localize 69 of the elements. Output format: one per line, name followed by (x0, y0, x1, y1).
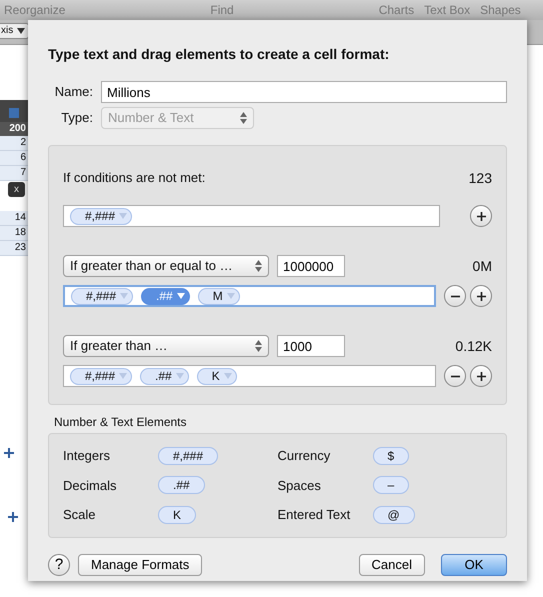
format-token[interactable]: – (372, 476, 410, 494)
action-button[interactable]: Cancel (358, 554, 425, 576)
table-cell: 6 (0, 151, 28, 166)
column-header: 200 (0, 122, 28, 136)
format-token[interactable]: #,### (71, 288, 134, 304)
condition-select[interactable]: If greater than … (63, 335, 269, 357)
caret-icon (119, 213, 128, 219)
value-field[interactable]: 1000 (277, 335, 345, 357)
table-cell: 14 (0, 211, 28, 226)
format-token[interactable]: .## (140, 368, 189, 384)
table-cell: 23 (0, 241, 28, 256)
tooltip: x (8, 182, 25, 197)
format-token[interactable]: K (196, 368, 237, 384)
format-field[interactable]: #,### (63, 205, 440, 227)
caret-icon (226, 293, 235, 299)
format-token[interactable]: #,### (70, 368, 132, 384)
caret-icon (120, 293, 128, 299)
format-token[interactable]: $ (372, 446, 410, 465)
add-button[interactable] (470, 205, 492, 227)
caret-icon (176, 293, 185, 299)
table-cell: 2 (0, 136, 28, 151)
name-field[interactable]: Millions (101, 81, 507, 103)
preview-text: 123 (468, 169, 492, 188)
add-icon[interactable] (4, 448, 14, 458)
format-token[interactable]: .## (158, 476, 205, 494)
element-label: Scale (63, 506, 97, 524)
caret-icon (224, 373, 232, 379)
format-token[interactable]: #,### (158, 446, 218, 465)
plus-icon (476, 212, 486, 220)
condition-label: If conditions are not met: (63, 169, 206, 187)
element-label: Decimals (63, 476, 118, 494)
add-button[interactable] (470, 285, 492, 307)
series-swatch-icon (9, 108, 19, 118)
element-label: Entered Text (278, 506, 352, 524)
element-label: Currency (278, 447, 332, 465)
action-button[interactable]: Manage Formats (78, 554, 202, 576)
condition-select[interactable]: If greater than or equal to … (63, 255, 269, 277)
remove-button[interactable] (444, 285, 466, 307)
plus-icon (476, 292, 486, 300)
format-token[interactable]: M (198, 288, 240, 304)
stepper-icon (255, 260, 262, 272)
ok-button[interactable]: OK (441, 554, 507, 576)
caret-icon (119, 373, 128, 379)
preview-text: 0.12K (455, 336, 492, 356)
value-field[interactable]: 1000000 (277, 255, 345, 277)
type-label: Type: (60, 109, 93, 128)
help-button[interactable]: ? (48, 554, 70, 576)
caret-icon (17, 28, 26, 34)
dialog-title: Type text and drag elements to create a cell format: (48, 45, 390, 64)
add-button[interactable] (470, 365, 492, 387)
table-cell: 18 (0, 226, 28, 241)
preview-text: 0M (472, 256, 492, 276)
format-token[interactable]: K (158, 506, 196, 524)
format-token[interactable]: @ (372, 506, 415, 524)
stepper-icon (255, 340, 262, 352)
section-title: Number & Text Elements (54, 414, 188, 431)
format-field[interactable]: #,### .## K (63, 365, 436, 387)
remove-button[interactable] (444, 365, 466, 387)
name-label: Name: (54, 83, 93, 102)
format-field[interactable]: #,### .## M (63, 285, 436, 307)
element-label: Integers (63, 447, 111, 465)
stepper-icon (240, 112, 247, 124)
caret-icon (176, 373, 184, 379)
add-icon[interactable] (8, 512, 18, 522)
table-cell: 7 (0, 166, 28, 181)
element-label: Spaces (278, 476, 322, 495)
axis-popup[interactable]: xis (0, 23, 30, 39)
format-token[interactable]: #,### (70, 208, 132, 224)
plus-icon (476, 372, 486, 380)
